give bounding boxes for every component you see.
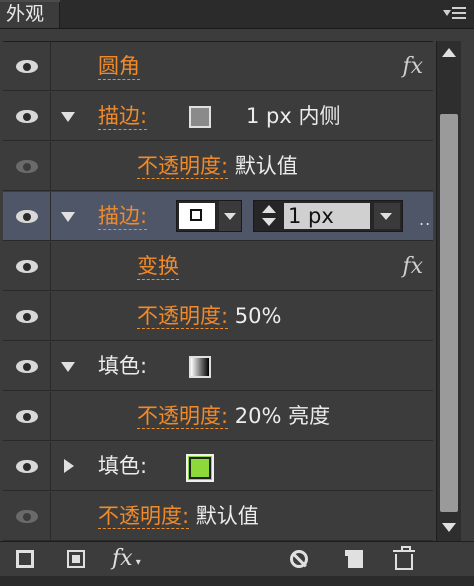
fx-icon: fx xyxy=(112,546,133,571)
list-item-round-corners[interactable]: 圆角 fx xyxy=(3,42,433,91)
disclosure-triangle-icon[interactable] xyxy=(64,459,74,473)
disclosure-triangle-icon[interactable] xyxy=(61,112,75,122)
stroke-label-link[interactable]: 描边: xyxy=(98,103,148,130)
stroke-weight-stepper[interactable] xyxy=(257,203,281,229)
fill-label: 填色: xyxy=(98,354,148,378)
list-item-opacity[interactable]: 不透明度: 50% xyxy=(3,292,433,341)
chevron-down-icon xyxy=(224,213,236,220)
opacity-label-link[interactable]: 不透明度: xyxy=(137,404,229,429)
vertical-scrollbar[interactable] xyxy=(436,41,461,541)
opacity-label-link[interactable]: 不透明度: xyxy=(137,154,229,179)
appearance-panel: 外观 圆角 fx 描边: 1 px 内侧 不透明度: 默认值 描边: 1 px … xyxy=(0,0,474,586)
eye-icon xyxy=(16,510,38,523)
visibility-toggle[interactable] xyxy=(3,242,51,290)
list-item-fill[interactable]: 填色: xyxy=(3,442,433,491)
stroke-color-dropdown[interactable] xyxy=(176,200,242,232)
visibility-toggle[interactable] xyxy=(3,342,51,390)
eye-icon xyxy=(16,410,38,423)
list-item-stroke[interactable]: 描边: 1 px 内侧 xyxy=(3,92,433,141)
list-item-stroke-selected[interactable]: 描边: 1 px .. xyxy=(3,192,433,241)
tab-label: 外观 xyxy=(6,3,45,25)
stroke-color-swatch[interactable] xyxy=(179,203,215,229)
visibility-toggle[interactable] xyxy=(3,92,51,140)
panel-tabbar: 外观 xyxy=(0,0,474,29)
eye-icon xyxy=(16,460,38,473)
opacity-value: 默认值 xyxy=(195,504,259,528)
visibility-toggle[interactable] xyxy=(3,42,51,90)
list-item-fill[interactable]: 填色: xyxy=(3,342,433,391)
stroke-weight-dropdown-button[interactable] xyxy=(374,203,400,229)
stepper-down-icon[interactable] xyxy=(262,218,276,226)
visibility-toggle[interactable] xyxy=(3,442,51,490)
eye-icon xyxy=(16,160,38,173)
disclosure-triangle-icon[interactable] xyxy=(61,362,75,372)
eye-icon xyxy=(16,210,38,223)
eye-icon xyxy=(16,260,38,273)
more-options-icon[interactable]: .. xyxy=(419,210,431,229)
chevron-down-icon xyxy=(380,213,392,220)
list-item-opacity[interactable]: 不透明度: 默认值 xyxy=(3,142,433,191)
visibility-toggle[interactable] xyxy=(3,192,51,240)
fill-color-swatch[interactable] xyxy=(186,454,214,482)
opacity-label-link[interactable]: 不透明度: xyxy=(98,504,190,529)
effect-name-link[interactable]: 圆角 xyxy=(98,53,140,80)
fx-menu-button[interactable]: fx ▾ xyxy=(112,546,152,571)
stroke-color-dropdown-button[interactable] xyxy=(219,201,241,231)
opacity-value: 默认值 xyxy=(234,154,298,178)
scroll-up-icon[interactable] xyxy=(442,48,456,57)
new-stroke-icon[interactable] xyxy=(16,550,34,568)
scroll-down-icon[interactable] xyxy=(442,523,456,532)
fx-icon: fx xyxy=(402,54,423,79)
effect-name-link[interactable]: 变换 xyxy=(137,253,179,280)
delete-icon[interactable] xyxy=(393,546,415,570)
opacity-label-link[interactable]: 不透明度: xyxy=(137,304,229,329)
eye-icon xyxy=(16,110,38,123)
fill-label: 填色: xyxy=(98,454,148,478)
tab-appearance[interactable]: 外观 xyxy=(0,0,60,28)
panel-footer-toolbar: fx ▾ xyxy=(0,541,474,576)
fx-icon: fx xyxy=(402,254,423,279)
visibility-toggle[interactable] xyxy=(3,292,51,340)
fill-color-swatch[interactable] xyxy=(189,356,211,378)
stepper-up-icon[interactable] xyxy=(262,205,276,213)
eye-icon xyxy=(16,360,38,373)
stroke-label-link[interactable]: 描边: xyxy=(98,203,148,230)
eye-icon xyxy=(16,60,38,73)
stroke-color-swatch[interactable] xyxy=(189,106,211,128)
appearance-list: 圆角 fx 描边: 1 px 内侧 不透明度: 默认值 描边: 1 px .. … xyxy=(3,41,433,542)
visibility-toggle[interactable] xyxy=(3,392,51,440)
visibility-toggle[interactable] xyxy=(3,492,51,540)
scrollbar-thumb[interactable] xyxy=(440,114,458,512)
new-fill-icon[interactable] xyxy=(67,550,85,568)
eye-icon xyxy=(16,310,38,323)
list-item-transform[interactable]: 变换 fx xyxy=(3,242,433,291)
disclosure-triangle-icon[interactable] xyxy=(61,212,75,222)
stroke-value: 1 px 内侧 xyxy=(246,104,341,128)
panel-menu-icon[interactable] xyxy=(440,3,470,23)
clear-icon[interactable] xyxy=(290,550,308,568)
list-item-opacity[interactable]: 不透明度: 20% 亮度 xyxy=(3,392,433,441)
list-item-opacity[interactable]: 不透明度: 默认值 xyxy=(3,492,433,541)
duplicate-icon[interactable] xyxy=(342,550,363,570)
stroke-weight-input[interactable]: 1 px xyxy=(284,203,370,229)
panel-bottom-edge xyxy=(0,576,474,586)
visibility-toggle[interactable] xyxy=(3,142,51,190)
opacity-value: 20% 亮度 xyxy=(234,404,331,428)
opacity-value: 50% xyxy=(234,304,282,328)
stroke-weight-control[interactable]: 1 px xyxy=(253,200,403,232)
